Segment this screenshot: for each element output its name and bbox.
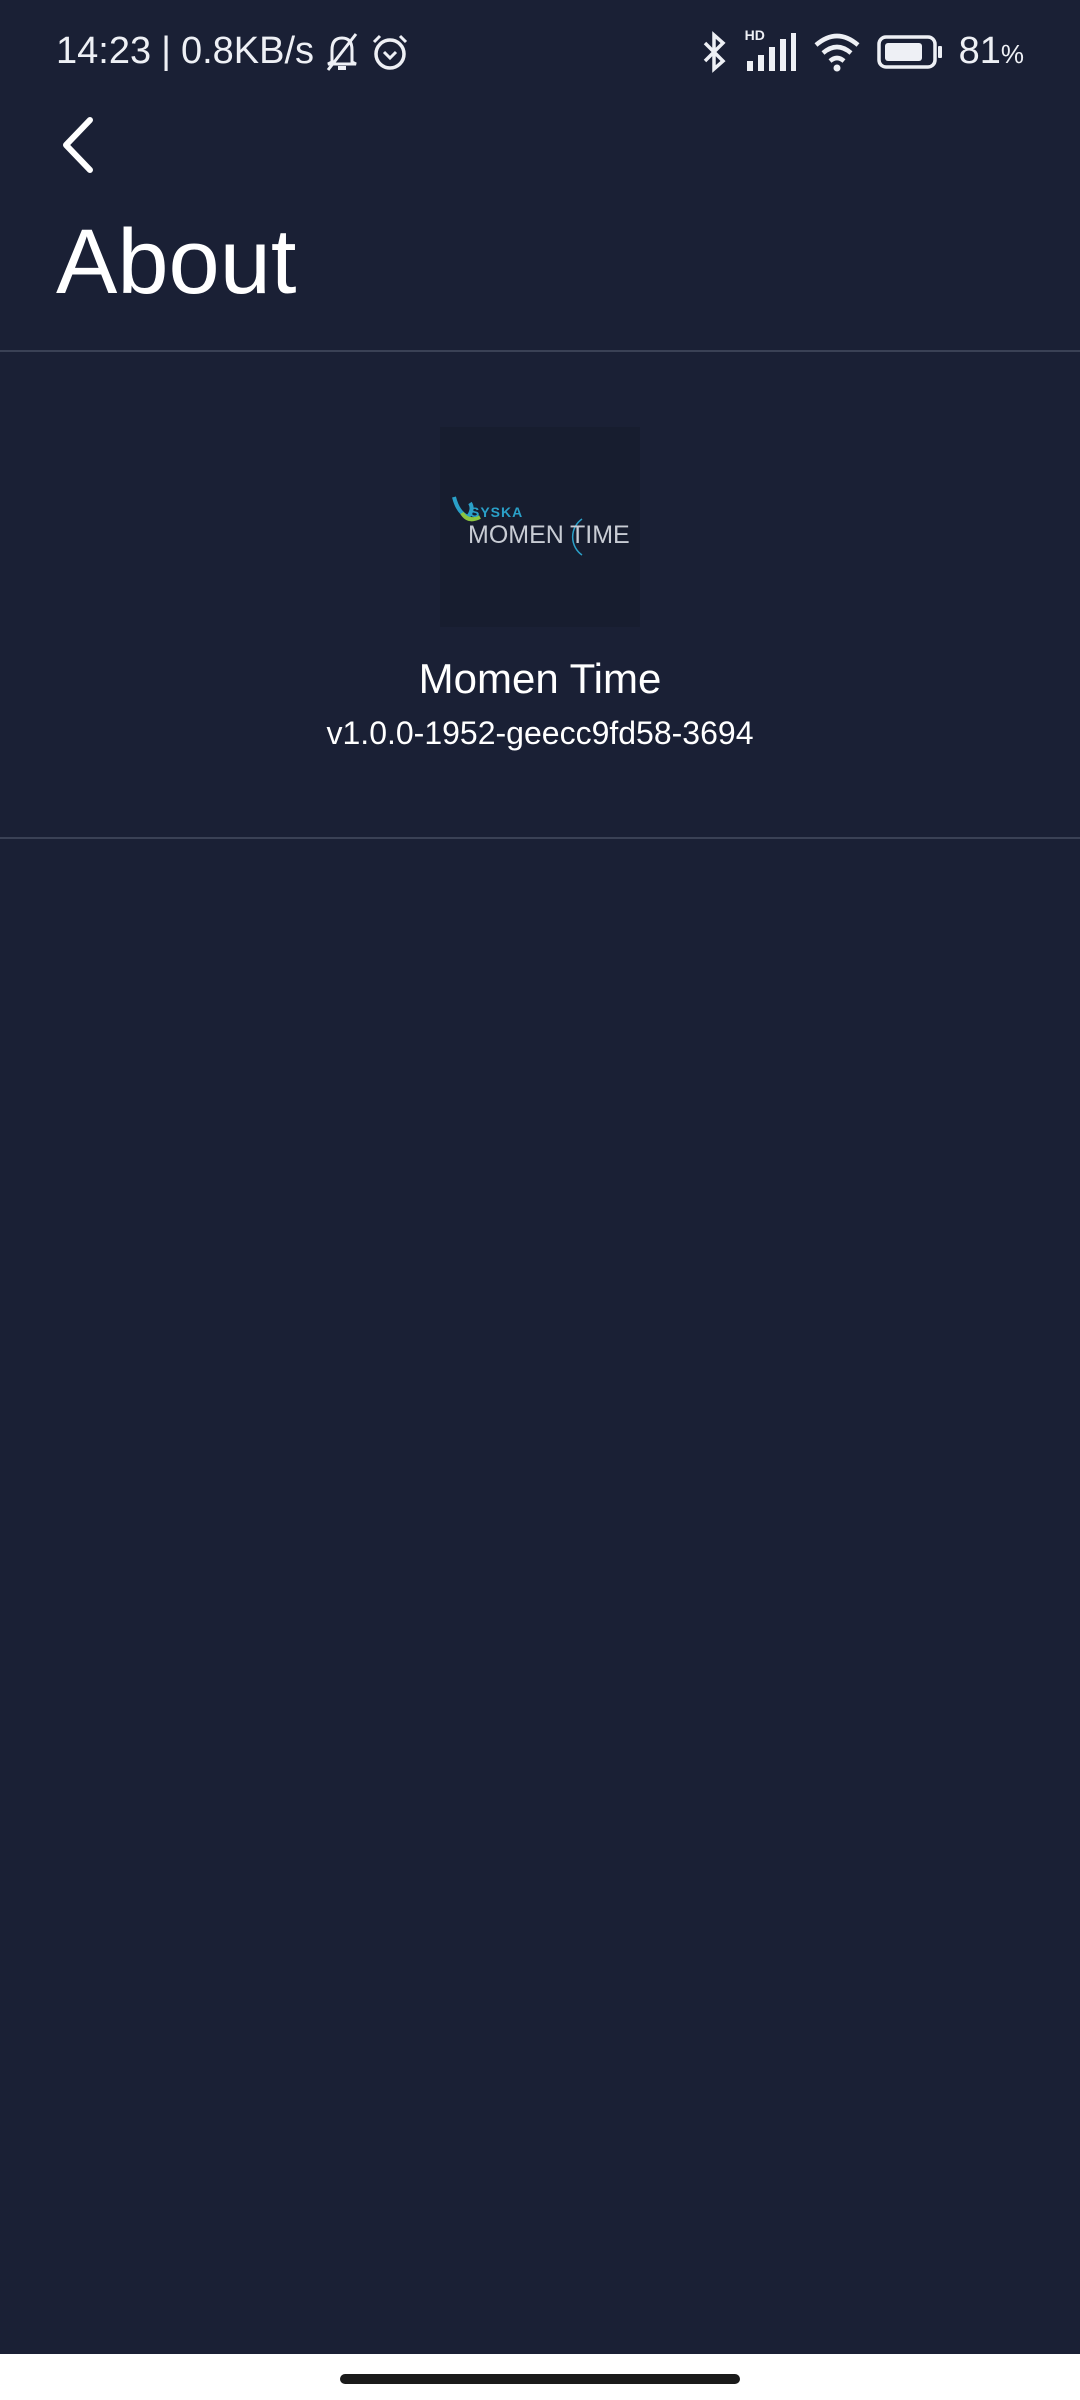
- navigation-bar: [0, 2354, 1080, 2400]
- alarm-icon: [372, 34, 408, 70]
- app-name: Momen Time: [418, 655, 662, 702]
- back-button[interactable]: [52, 110, 112, 180]
- battery-icon: [876, 34, 942, 69]
- svg-text:TIME: TIME: [570, 521, 630, 549]
- app-logo: SYSKA MOMEN TIME: [440, 427, 640, 627]
- svg-text:SYSKA: SYSKA: [470, 504, 523, 520]
- home-indicator[interactable]: [340, 2374, 740, 2384]
- chevron-left-icon: [63, 117, 93, 173]
- network-speed: 0.8KB/s: [180, 30, 315, 72]
- svg-text:MOMEN: MOMEN: [468, 521, 564, 549]
- content-divider: [0, 837, 1080, 839]
- status-time: 14:23: [56, 30, 152, 72]
- status-separator: |: [161, 30, 171, 72]
- status-bar: 14:23 | 0.8KB/s HD 81%: [0, 27, 1080, 80]
- cellular-signal-icon: HD: [745, 27, 797, 73]
- wifi-icon: [814, 33, 860, 71]
- bluetooth-icon: [703, 30, 726, 73]
- battery-percent: 81%: [958, 30, 1024, 72]
- header-divider: [0, 350, 1080, 352]
- app-version: v1.0.0-1952-geecc9fd58-3694: [326, 715, 754, 751]
- page-title: About: [56, 211, 297, 313]
- bell-muted-icon: [326, 32, 358, 71]
